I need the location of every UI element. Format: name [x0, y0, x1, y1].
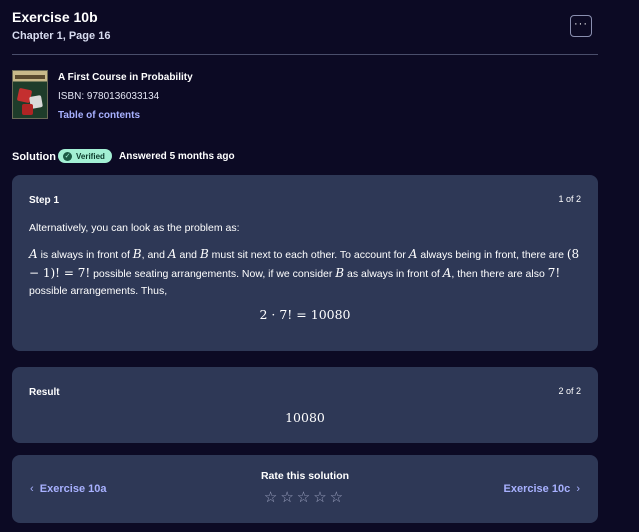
text-run: possible arrangements. Thus,: [29, 285, 168, 297]
math-var: B: [199, 247, 209, 261]
star-icon[interactable]: ☆: [313, 489, 329, 506]
result-count: 2 of 2: [558, 386, 581, 396]
cover-title-band: [15, 75, 45, 79]
star-icon[interactable]: ☆: [297, 489, 313, 506]
verified-label: Verified: [76, 151, 105, 161]
book-info: A First Course in Probability ISBN: 9780…: [12, 70, 412, 122]
die-icon: [22, 104, 33, 115]
book-title[interactable]: A First Course in Probability: [58, 72, 193, 83]
exercise-title: Exercise 10b: [12, 9, 98, 25]
table-of-contents-link[interactable]: Table of contents: [58, 110, 140, 121]
step-explanation: A is always in front of B, and A and B m…: [29, 246, 584, 301]
step-intro: Alternatively, you can look as the probl…: [29, 222, 240, 234]
next-exercise-link[interactable]: Exercise 10c ›: [504, 483, 580, 495]
result-title: Result: [29, 387, 60, 398]
next-exercise-label: Exercise 10c: [503, 483, 571, 495]
navigation-card: ‹ Exercise 10a Rate this solution ☆☆☆☆☆ …: [12, 455, 598, 523]
star-icon[interactable]: ☆: [264, 489, 280, 506]
math-var: A: [29, 247, 38, 261]
rate-solution-label: Rate this solution: [260, 470, 350, 482]
book-cover-image[interactable]: [12, 70, 48, 119]
step-title: Step 1: [29, 195, 60, 206]
step-card: Step 1 1 of 2 Alternatively, you can loo…: [12, 175, 598, 351]
text-run: , then there are also: [451, 267, 548, 280]
text-run: possible seating arrangements. Now, if w…: [90, 267, 336, 280]
exercise-header: Exercise 10b Chapter 1, Page 16 ···: [12, 9, 598, 55]
math-var: A: [167, 247, 177, 261]
page: Exercise 10b Chapter 1, Page 16 ··· A Fi…: [0, 0, 639, 532]
text-run: must sit next to each other. To account …: [208, 249, 409, 261]
result-value: 10080: [285, 410, 325, 425]
text-run: always being in front, there are: [417, 249, 567, 261]
more-options-button[interactable]: ···: [570, 15, 592, 37]
check-icon: ✓: [63, 151, 72, 161]
more-icon: ···: [574, 17, 588, 30]
chevron-right-icon: ›: [576, 483, 580, 495]
text-run: as always in front of: [344, 267, 443, 280]
star-icon[interactable]: ☆: [280, 489, 296, 506]
text-run: and: [176, 249, 200, 261]
text-run: , and: [141, 249, 168, 261]
solution-label: Solution: [12, 151, 56, 163]
step-count: 1 of 2: [558, 194, 581, 204]
solution-header: Solution ✓ Verified Answered 5 months ag…: [12, 149, 598, 165]
text-run: is always in front of: [37, 249, 133, 261]
step-formula: 2 · 7! = 10080: [259, 307, 351, 322]
answered-time: Answered 5 months ago: [119, 151, 235, 162]
exercise-subtitle: Chapter 1, Page 16: [12, 30, 111, 42]
math-expression: 7!: [547, 265, 561, 280]
verified-badge: ✓ Verified: [58, 149, 112, 163]
star-icon[interactable]: ☆: [330, 489, 346, 506]
result-card: Result 2 of 2 10080: [12, 367, 598, 443]
math-var: B: [335, 265, 345, 280]
book-isbn: ISBN: 9780136033134: [58, 91, 160, 102]
math-var: B: [132, 247, 142, 261]
